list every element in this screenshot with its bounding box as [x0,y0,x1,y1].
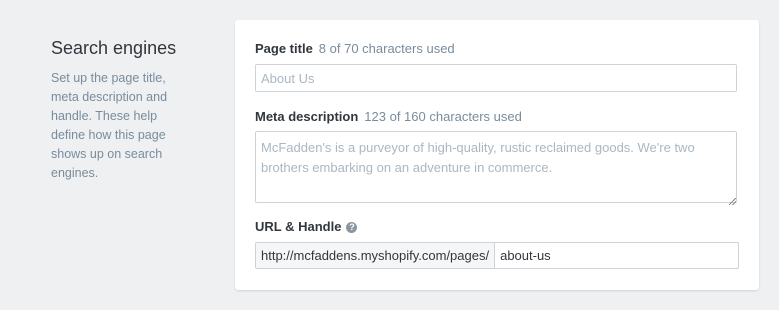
section-heading: Search engines [51,38,177,58]
meta-description-label-row: Meta description 123 of 160 characters us… [255,109,522,125]
page-title-label-row: Page title 8 of 70 characters used [255,41,455,57]
url-prefix: http://mcfaddens.myshopify.com/pages/ [255,242,496,269]
question-circle-icon[interactable]: ? [346,222,358,233]
meta-description-label: Meta description [255,109,359,124]
url-handle-input[interactable] [495,242,739,269]
meta-description-char-count: 123 of 160 characters used [364,109,522,124]
url-handle-label-row: URL & Handle? [255,219,358,235]
page-title-input[interactable] [255,64,737,92]
section-info: Search engines Set up the page title, me… [51,37,186,183]
page-title-char-count: 8 of 70 characters used [318,41,455,56]
section-description: Set up the page title, meta description … [51,71,168,180]
seo-card: Page title 8 of 70 characters used Meta d… [235,20,759,290]
page-title-label: Page title [255,41,313,56]
url-handle-field: http://mcfaddens.myshopify.com/pages/ [255,242,739,269]
meta-description-textarea[interactable] [255,131,737,203]
textarea-resize-handle[interactable] [729,198,736,205]
url-handle-label: URL & Handle [255,219,342,234]
